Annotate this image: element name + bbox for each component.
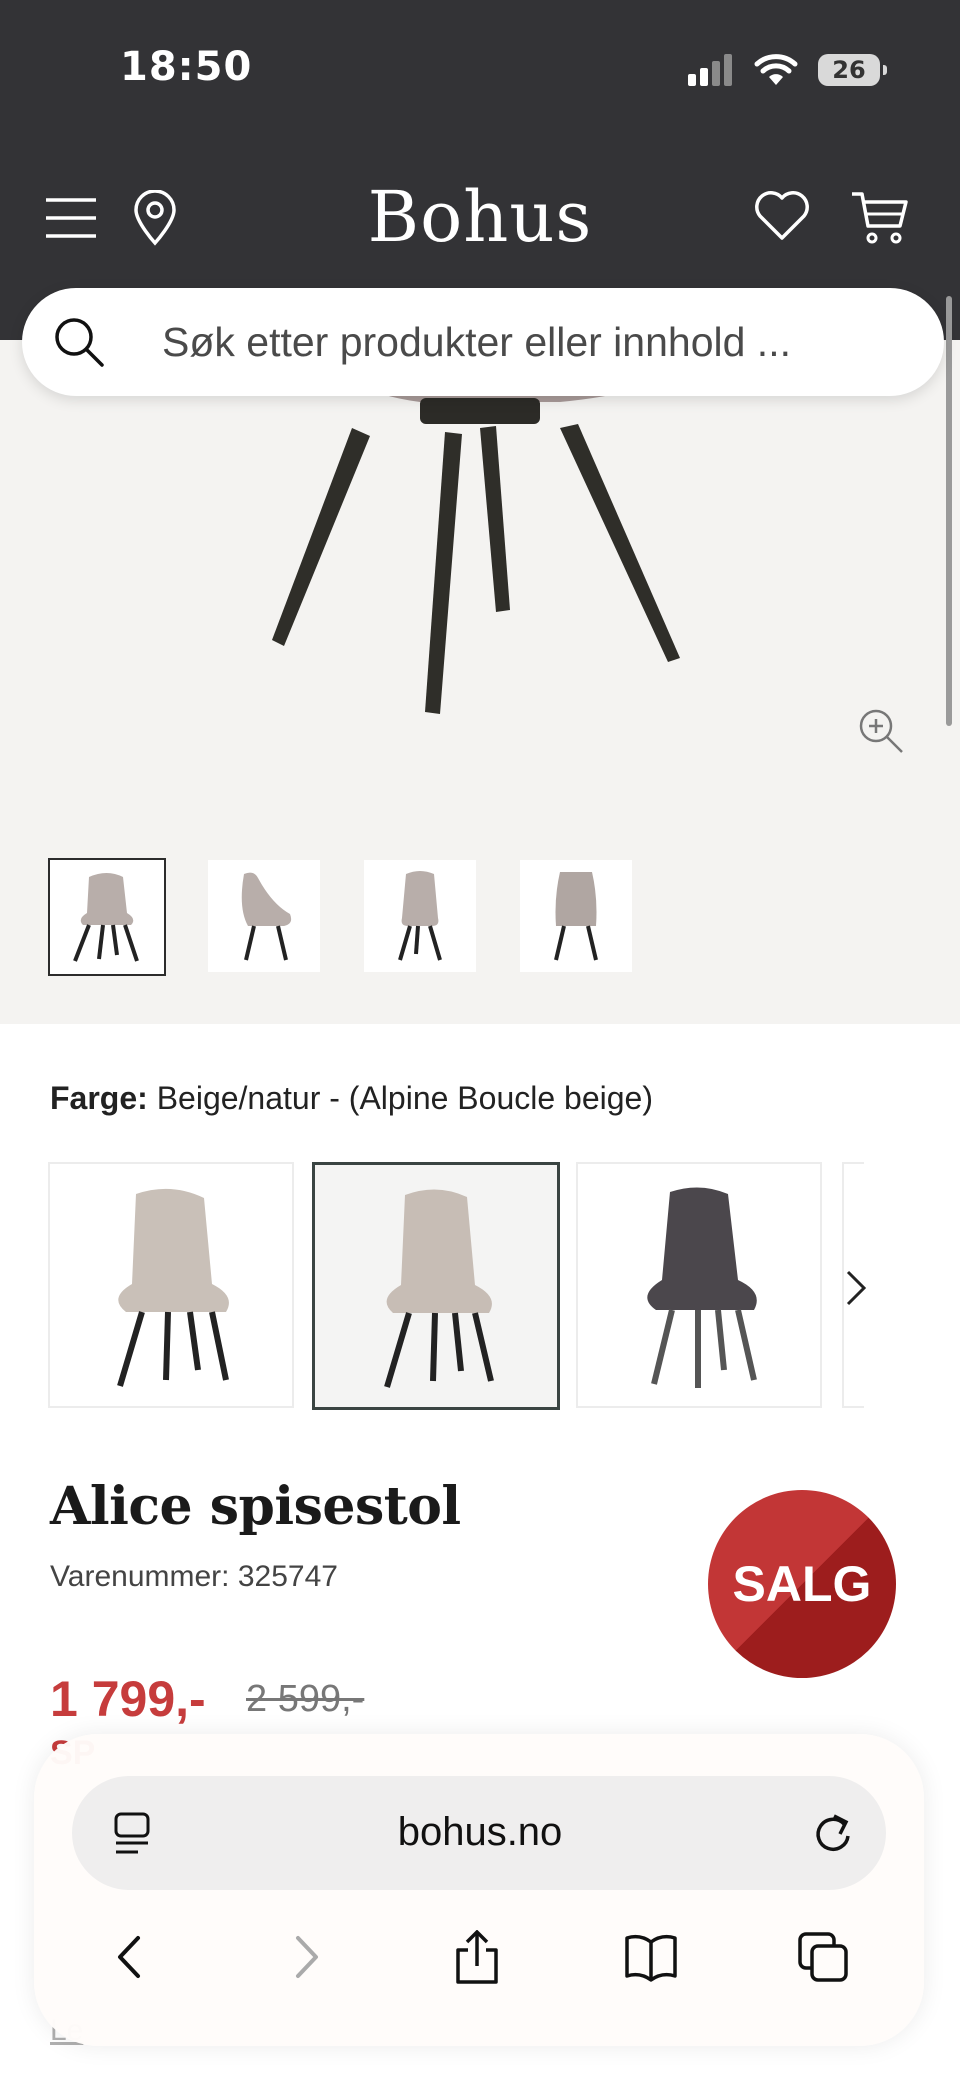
tabs-icon[interactable]: [796, 1930, 850, 1984]
color-label-value: Beige/natur - (Alpine Boucle beige): [156, 1080, 653, 1116]
color-swatch-3[interactable]: [576, 1162, 822, 1408]
chevron-right-icon[interactable]: [840, 1268, 872, 1308]
color-swatch-2[interactable]: [312, 1162, 560, 1410]
color-label-key: Farge:: [50, 1080, 148, 1116]
back-icon[interactable]: [102, 1930, 156, 1984]
thumbnail-3[interactable]: [364, 860, 476, 972]
product-title: Alice spisestol: [50, 1476, 461, 1537]
favorites-heart-icon[interactable]: [754, 190, 810, 242]
thumbnail-image: [398, 871, 442, 961]
current-price: 1 799,-: [50, 1671, 206, 1727]
thumbnail-image: [241, 872, 292, 961]
forward-icon[interactable]: [280, 1930, 334, 1984]
cart-icon[interactable]: [850, 190, 910, 246]
search-input[interactable]: [160, 317, 924, 367]
signal-icon: [688, 54, 732, 86]
battery-icon: 26: [818, 54, 887, 86]
page-scrollbar[interactable]: [946, 296, 952, 726]
thumbnail-1[interactable]: [48, 858, 166, 976]
status-icons: 26: [688, 50, 887, 90]
color-label: Farge: Beige/natur - (Alpine Boucle beig…: [50, 1080, 653, 1117]
bookmarks-icon[interactable]: [624, 1930, 678, 1984]
original-price: 2 599,-: [246, 1678, 365, 1720]
search-bar[interactable]: [22, 288, 944, 396]
thumbnail-image: [73, 873, 139, 962]
thumbnail-2[interactable]: [208, 860, 320, 972]
brand-logo[interactable]: Bohus: [0, 176, 960, 258]
product-sku: Varenummer: 325747: [50, 1560, 338, 1593]
thumbnail-4[interactable]: [520, 860, 632, 972]
share-icon[interactable]: [450, 1930, 504, 1984]
sale-badge: SALG: [708, 1490, 896, 1678]
swatch-image: [647, 1187, 757, 1388]
wifi-icon: [754, 54, 798, 85]
thumbnail-image: [554, 872, 598, 961]
reload-icon[interactable]: [810, 1810, 856, 1856]
color-swatch-1[interactable]: [48, 1162, 294, 1408]
swatch-image: [117, 1188, 229, 1387]
status-time: 18:50: [120, 44, 253, 90]
zoom-in-icon[interactable]: [858, 708, 904, 754]
swatch-image: [384, 1189, 494, 1388]
search-icon: [55, 318, 104, 367]
